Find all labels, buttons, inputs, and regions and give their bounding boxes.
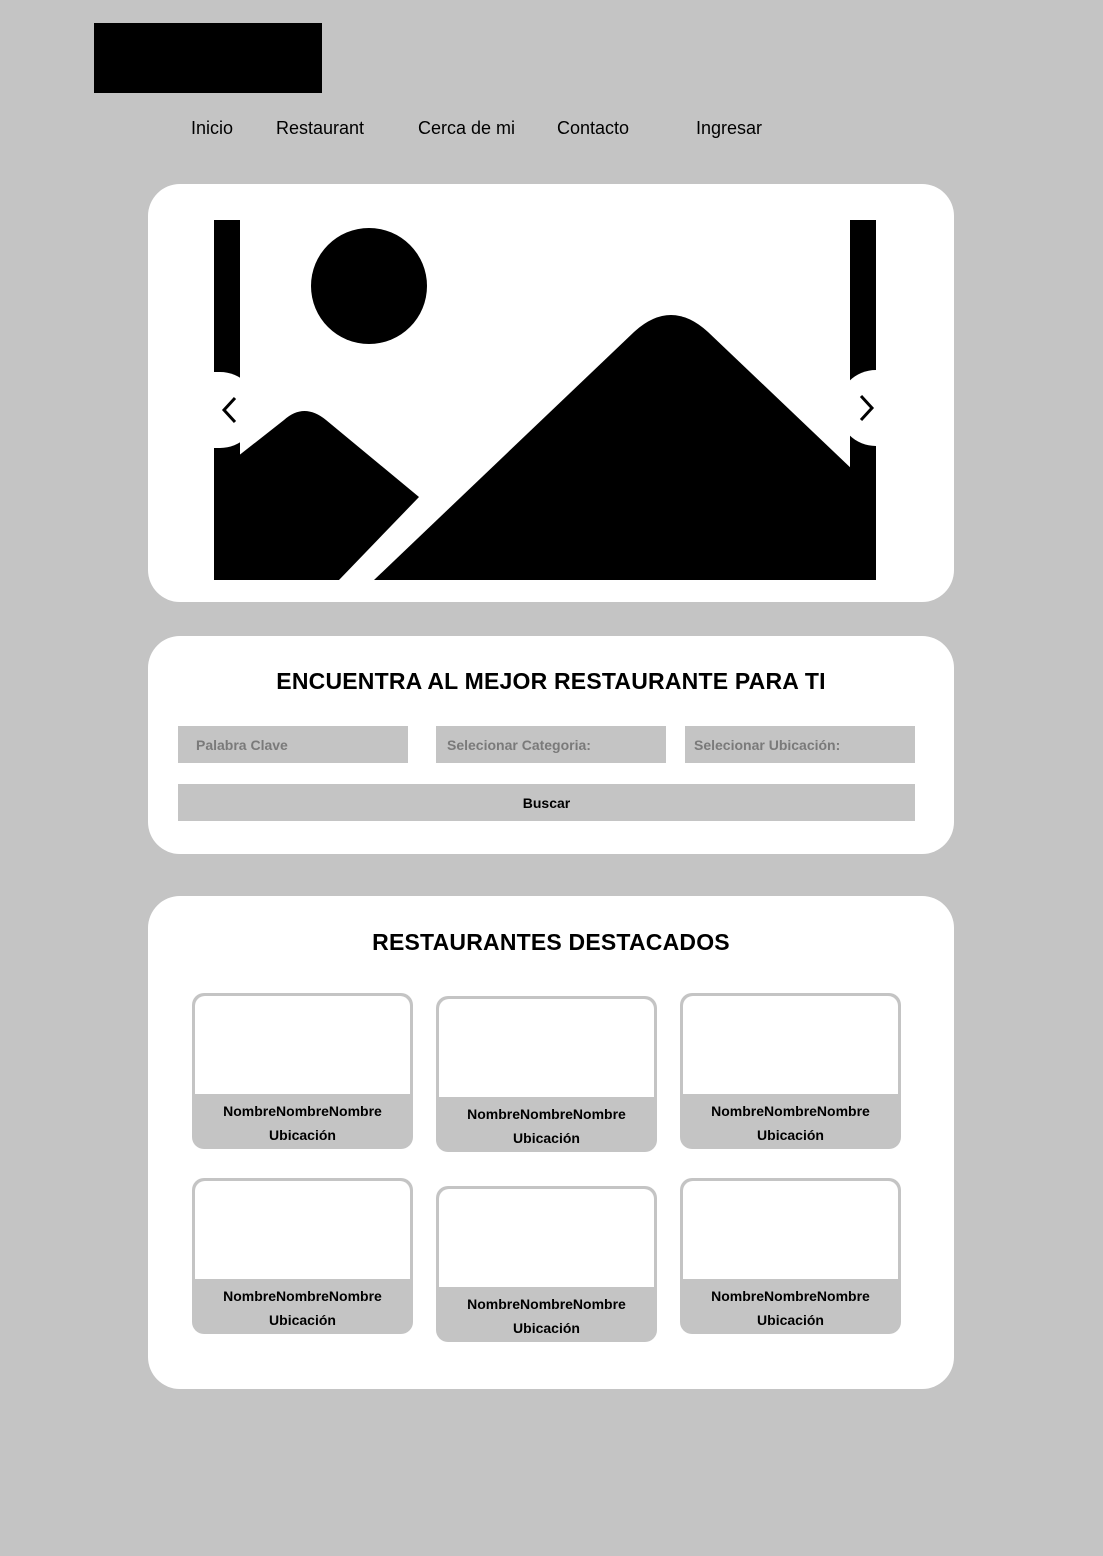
category-select[interactable]: Selecionar Categoria:	[436, 726, 666, 763]
restaurant-location: Ubicación	[513, 1320, 580, 1336]
restaurant-name: NombreNombreNombre	[711, 1288, 870, 1304]
restaurant-location: Ubicación	[269, 1127, 336, 1143]
hero-carousel	[148, 184, 954, 602]
restaurant-card[interactable]: NombreNombreNombre Ubicación	[436, 1186, 657, 1342]
nav-contacto[interactable]: Contacto	[557, 116, 629, 140]
restaurant-location: Ubicación	[269, 1312, 336, 1328]
restaurant-name: NombreNombreNombre	[223, 1288, 382, 1304]
chevron-left-icon	[221, 396, 237, 424]
restaurant-image	[439, 1189, 654, 1287]
restaurant-name: NombreNombreNombre	[223, 1103, 382, 1119]
restaurant-card[interactable]: NombreNombreNombre Ubicación	[192, 1178, 413, 1334]
location-select[interactable]: Selecionar Ubicación:	[685, 726, 915, 763]
keyword-input[interactable]: Palabra Clave	[178, 726, 408, 763]
restaurant-image	[439, 999, 654, 1097]
restaurant-name: NombreNombreNombre	[467, 1296, 626, 1312]
chevron-right-icon	[859, 394, 875, 422]
restaurant-image	[683, 996, 898, 1094]
featured-panel: RESTAURANTES DESTACADOS NombreNombreNomb…	[148, 896, 954, 1389]
image-placeholder-icon	[214, 220, 876, 580]
search-panel: ENCUENTRA AL MEJOR RESTAURANTE PARA TI P…	[148, 636, 954, 854]
restaurant-image	[195, 1181, 410, 1279]
nav-restaurant[interactable]: Restaurant	[276, 116, 364, 140]
restaurant-name: NombreNombreNombre	[711, 1103, 870, 1119]
restaurant-card[interactable]: NombreNombreNombre Ubicación	[680, 993, 901, 1149]
search-title: ENCUENTRA AL MEJOR RESTAURANTE PARA TI	[276, 668, 826, 694]
logo[interactable]	[94, 23, 322, 93]
featured-title: RESTAURANTES DESTACADOS	[372, 929, 730, 955]
restaurant-card[interactable]: NombreNombreNombre Ubicación	[436, 996, 657, 1152]
restaurant-name: NombreNombreNombre	[467, 1106, 626, 1122]
restaurant-image	[195, 996, 410, 1094]
nav-cerca-de-mi[interactable]: Cerca de mi	[418, 116, 515, 140]
search-button[interactable]: Buscar	[178, 784, 915, 821]
restaurant-location: Ubicación	[513, 1130, 580, 1146]
restaurant-image	[683, 1181, 898, 1279]
nav-ingresar[interactable]: Ingresar	[696, 116, 762, 140]
restaurant-card[interactable]: NombreNombreNombre Ubicación	[192, 993, 413, 1149]
restaurant-card[interactable]: NombreNombreNombre Ubicación	[680, 1178, 901, 1334]
restaurant-location: Ubicación	[757, 1127, 824, 1143]
nav-inicio[interactable]: Inicio	[191, 116, 233, 140]
restaurant-location: Ubicación	[757, 1312, 824, 1328]
